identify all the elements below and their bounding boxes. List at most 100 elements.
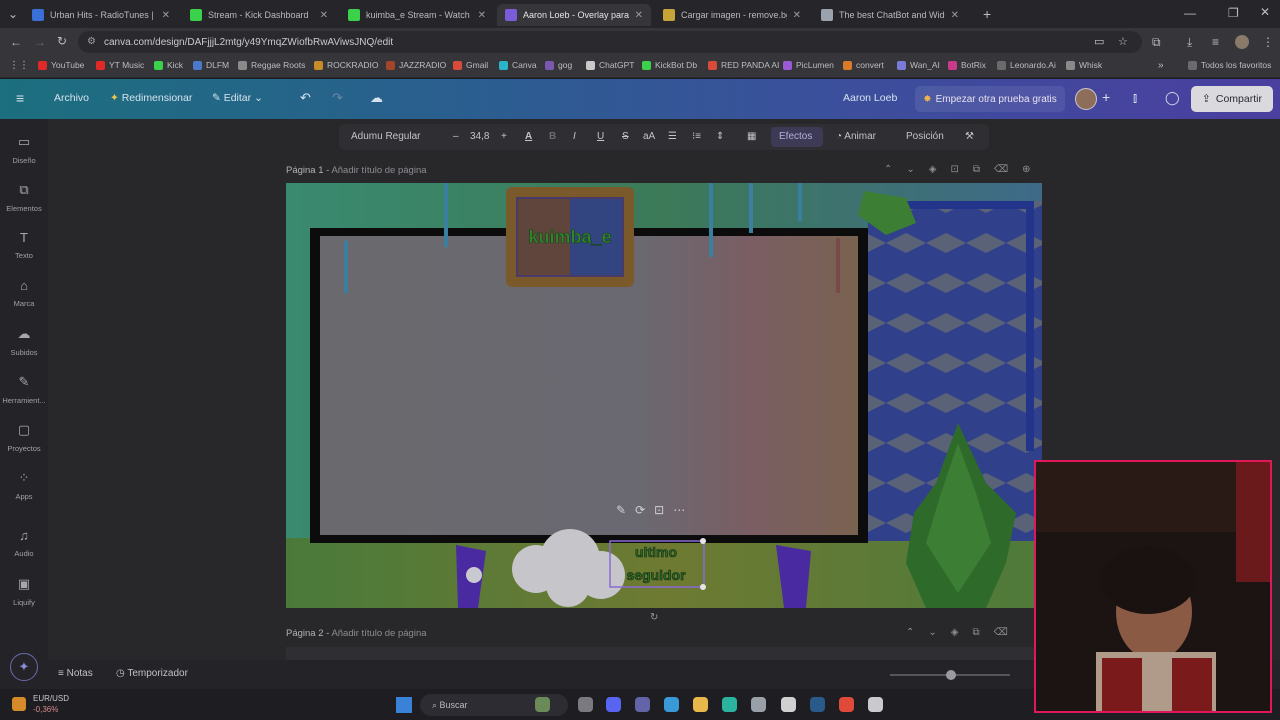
file-explorer-icon[interactable] bbox=[693, 697, 708, 712]
edit-menu[interactable]: ✎ Editar ⌄ bbox=[212, 92, 263, 104]
close-tab-icon[interactable]: ✕ bbox=[635, 10, 643, 21]
move-up-icon[interactable]: ⌃ bbox=[906, 627, 928, 638]
download-icon[interactable]: ⤓ bbox=[1187, 36, 1192, 48]
close-tab-icon[interactable]: ✕ bbox=[793, 10, 801, 21]
close-tab-icon[interactable]: ✕ bbox=[162, 10, 170, 21]
user-avatar[interactable] bbox=[1075, 88, 1097, 110]
close-tab-icon[interactable]: ✕ bbox=[951, 10, 959, 21]
discord-app-icon[interactable] bbox=[606, 697, 621, 712]
add-page-icon[interactable]: ⊕ bbox=[1022, 164, 1044, 175]
bookmark-item[interactable]: Kick bbox=[154, 60, 183, 70]
sidebar-item[interactable]: ✎ Herramient... bbox=[0, 374, 48, 405]
bookmark-item[interactable]: Leonardo.Ai bbox=[997, 60, 1056, 70]
sidebar-item[interactable]: ☁ Subidos bbox=[0, 326, 48, 357]
bookmark-item[interactable]: Gmail bbox=[453, 60, 488, 70]
browser-tab[interactable]: Aaron Loeb - Overlay para Twi ✕ bbox=[497, 4, 651, 26]
obs-app-icon[interactable] bbox=[868, 697, 883, 712]
underline-button[interactable]: U bbox=[597, 131, 604, 142]
cloud-sync-icon[interactable]: ☁ bbox=[370, 90, 383, 106]
magic-edit-icon[interactable]: ✎ bbox=[616, 503, 635, 517]
site-info-icon[interactable]: ⚙ bbox=[87, 36, 96, 47]
hamburger-menu-icon[interactable]: ≡ bbox=[16, 90, 24, 106]
sidebar-item[interactable]: ⌂ Marca bbox=[0, 278, 48, 308]
maximize-icon[interactable]: ❐ bbox=[1228, 7, 1239, 19]
file-menu[interactable]: Archivo bbox=[54, 92, 89, 104]
sidebar-item[interactable]: ♫ Audio bbox=[0, 528, 48, 558]
bold-button[interactable]: B bbox=[549, 131, 556, 142]
back-icon[interactable]: ← bbox=[10, 36, 22, 48]
browser-menu-icon[interactable]: ⋮ bbox=[1262, 36, 1274, 48]
effects-button[interactable]: Efectos bbox=[779, 131, 812, 142]
copilot-app-icon[interactable] bbox=[664, 697, 679, 712]
media-control-icon[interactable]: ≡ bbox=[1212, 36, 1219, 48]
strikethrough-button[interactable]: S bbox=[622, 131, 629, 142]
duplicate-icon[interactable]: ⧉ bbox=[973, 164, 994, 175]
close-tab-icon[interactable]: ✕ bbox=[478, 10, 486, 21]
edge-app-icon[interactable] bbox=[722, 697, 737, 712]
more-options-icon[interactable]: ⋯ bbox=[673, 503, 694, 517]
page-2-title-input[interactable]: Añadir título de página bbox=[331, 628, 426, 639]
align-center-icon[interactable]: ☰ bbox=[668, 131, 677, 142]
epic-games-icon[interactable] bbox=[781, 697, 796, 712]
minimize-icon[interactable]: — bbox=[1184, 7, 1196, 19]
browser-tab[interactable]: The best ChatBot and Widgets ✕ bbox=[813, 4, 967, 26]
hide-icon[interactable]: ◈ bbox=[951, 627, 973, 638]
bookmark-item[interactable]: Whisk bbox=[1066, 60, 1102, 70]
design-canvas[interactable]: kuimba_e ultimo seguidor ✎⟳⊡⋯ bbox=[286, 183, 1042, 608]
sidebar-item[interactable]: ▭ Diseño bbox=[0, 134, 48, 165]
format-painter-icon[interactable]: ⚒ bbox=[965, 131, 974, 142]
resize-handle-top-right[interactable] bbox=[700, 538, 706, 544]
bookmark-item[interactable]: YT Music bbox=[96, 60, 144, 70]
add-collaborator-icon[interactable]: + bbox=[1102, 89, 1110, 105]
resize-menu[interactable]: ✦ Redimensionar bbox=[110, 92, 192, 104]
tab-search-icon[interactable]: ⌄ bbox=[8, 8, 18, 20]
lock-icon[interactable]: ⊡ bbox=[654, 503, 673, 517]
teams-app-icon[interactable] bbox=[635, 697, 650, 712]
sidebar-item[interactable]: ⧉ Elementos bbox=[0, 182, 48, 213]
windows-start-icon[interactable] bbox=[396, 697, 412, 713]
user-name[interactable]: Aaron Loeb bbox=[843, 92, 897, 104]
bookmark-item[interactable]: Reggae Roots bbox=[238, 60, 305, 70]
sidebar-item[interactable]: T Texto bbox=[0, 230, 48, 260]
text-color-button[interactable]: A bbox=[525, 131, 532, 142]
close-window-icon[interactable]: ✕ bbox=[1260, 6, 1270, 18]
font-size-decrease[interactable]: – bbox=[453, 131, 459, 142]
rotate-handle-icon[interactable]: ↻ bbox=[650, 612, 658, 623]
bookmark-item[interactable]: PicLumen bbox=[783, 60, 834, 70]
move-down-icon[interactable]: ⌄ bbox=[928, 627, 950, 638]
page-1-title-input[interactable]: Añadir título de página bbox=[331, 165, 426, 176]
letter-case-button[interactable]: aA bbox=[643, 131, 655, 142]
spacing-icon[interactable]: ⇕ bbox=[716, 131, 724, 142]
browser-tab[interactable]: kuimba_e Stream - Watch Live ✕ bbox=[340, 4, 494, 26]
move-up-icon[interactable]: ⌃ bbox=[884, 164, 906, 175]
selected-text-line1[interactable]: ultimo bbox=[635, 544, 678, 561]
forward-icon[interactable]: → bbox=[34, 36, 46, 48]
new-tab-icon[interactable]: + bbox=[983, 7, 991, 21]
task-view-icon[interactable] bbox=[578, 697, 593, 712]
insights-chart-icon[interactable]: ⫾ bbox=[1133, 90, 1137, 106]
sidebar-item[interactable]: ▣ Liquify bbox=[0, 576, 48, 607]
comments-icon[interactable]: ◯ bbox=[1165, 90, 1180, 106]
delete-icon[interactable]: ⌫ bbox=[994, 627, 1022, 638]
browser-tab[interactable]: Cargar imagen - remove.bg ✕ bbox=[655, 4, 809, 26]
browser-tab[interactable]: Urban Hits - RadioTunes | F ✕ bbox=[24, 4, 178, 26]
more-bookmarks-icon[interactable]: » bbox=[1158, 61, 1164, 71]
chrome-app-icon[interactable] bbox=[839, 697, 854, 712]
list-icon[interactable]: ⁝≡ bbox=[692, 131, 701, 142]
close-tab-icon[interactable]: ✕ bbox=[320, 10, 328, 21]
zoom-slider-thumb[interactable] bbox=[946, 670, 956, 680]
sidebar-item[interactable]: ⁘ Apps bbox=[0, 470, 48, 501]
undo-icon[interactable]: ↶ bbox=[300, 90, 311, 106]
bookmark-item[interactable]: ChatGPT bbox=[586, 60, 634, 70]
lock-icon[interactable]: ⊡ bbox=[950, 164, 972, 175]
bookmark-item[interactable]: YouTube bbox=[38, 60, 84, 70]
duplicate-icon[interactable]: ⧉ bbox=[972, 627, 993, 638]
font-size-increase[interactable]: + bbox=[501, 131, 507, 142]
font-size-input[interactable]: 34,8 bbox=[470, 131, 489, 142]
position-button[interactable]: Posición bbox=[906, 131, 944, 142]
weather-widget-icon[interactable] bbox=[12, 697, 26, 711]
url-input[interactable]: ⚙ canva.com/design/DAFjjjL2mtg/y49YmqZWi… bbox=[78, 31, 1142, 53]
steam-app-icon[interactable] bbox=[810, 697, 825, 712]
delete-icon[interactable]: ⌫ bbox=[994, 164, 1022, 175]
apps-grid-icon[interactable]: ⋮⋮ bbox=[9, 61, 29, 71]
